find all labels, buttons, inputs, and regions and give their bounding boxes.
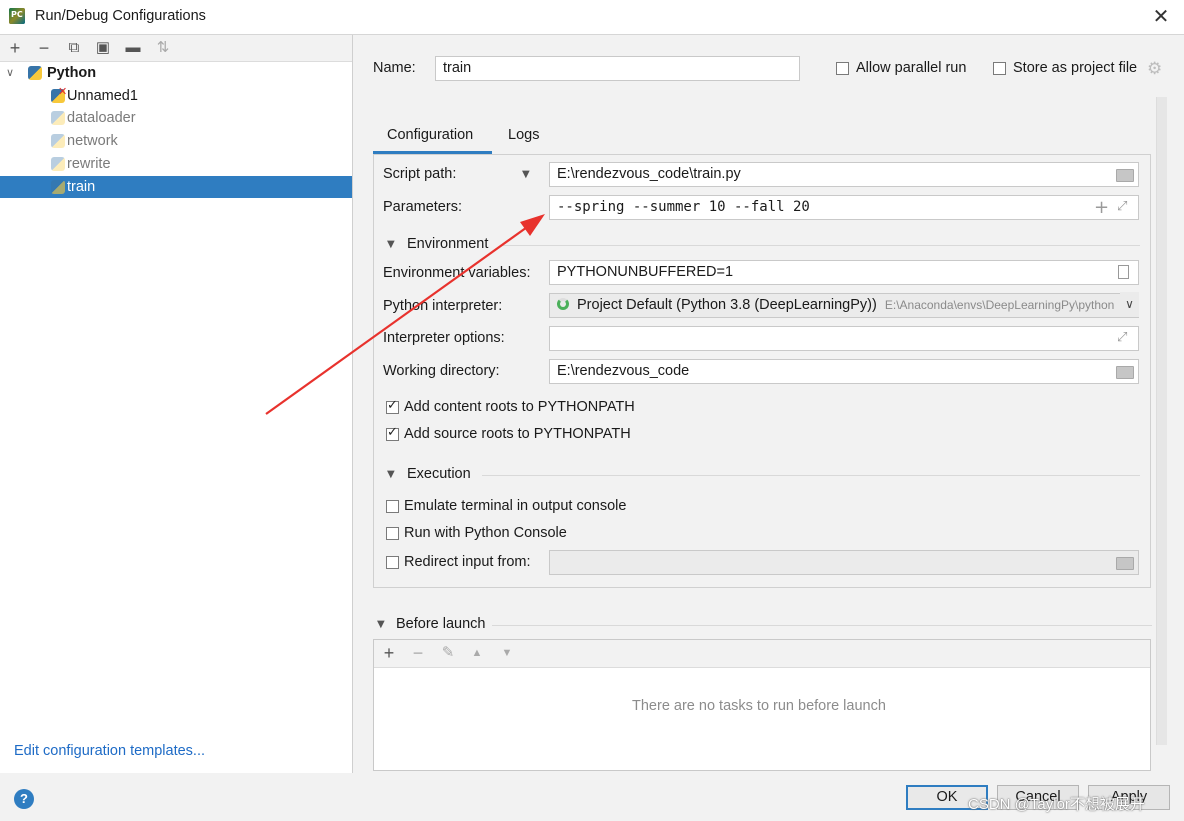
arrow-line bbox=[265, 224, 531, 415]
app-icon-text: PC bbox=[11, 10, 23, 19]
annotation-arrow bbox=[265, 214, 545, 415]
arrow-head bbox=[520, 214, 545, 236]
